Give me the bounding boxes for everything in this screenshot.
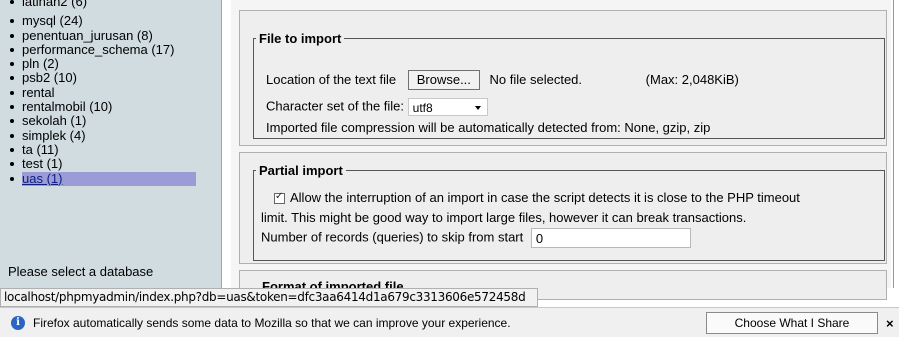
allow-interrupt-label-line2: limit. This might be good way to import … <box>261 210 747 225</box>
partial-import-fieldset: Partial import Allow the interruption of… <box>253 163 885 261</box>
database-item-psb2[interactable]: psb2 (10) <box>8 71 221 85</box>
database-item-performance-schema[interactable]: performance_schema (17) <box>8 42 221 57</box>
database-item-mysql[interactable]: mysql (24) <box>8 14 221 28</box>
info-icon: i <box>11 316 25 330</box>
database-item-rentalmobil[interactable]: rentalmobil (10) <box>8 100 221 114</box>
charset-label: Character set of the file: <box>266 98 405 114</box>
database-item-ta[interactable]: ta (11) <box>8 142 221 157</box>
skip-records-input[interactable]: 0 <box>530 228 691 248</box>
database-item-sekolah[interactable]: sekolah (1) <box>8 114 221 128</box>
allow-interrupt-row: Allow the interruption of an import in c… <box>274 190 800 205</box>
location-row: Location of the text file Browse... No f… <box>266 70 739 90</box>
allow-interrupt-checkbox[interactable] <box>274 191 285 205</box>
file-import-legend: File to import <box>259 31 342 46</box>
import-main-panel: File to import Location of the text file… <box>231 0 899 300</box>
main-scrollbar[interactable] <box>891 0 899 288</box>
location-label: Location of the text file <box>266 72 397 87</box>
database-item-pln[interactable]: pln (2) <box>8 57 221 71</box>
database-list: latihan2 (6) mysql (24) penentuan_jurusa… <box>0 0 221 186</box>
file-import-fieldset: File to import Location of the text file… <box>253 31 885 139</box>
database-item-penentuan-jurusan[interactable]: penentuan_jurusan (8) <box>8 28 221 43</box>
charset-row: Character set of the file: utf8 <box>266 98 488 116</box>
partial-import-legend: Partial import <box>259 163 343 178</box>
database-item-uas[interactable]: uas (1) <box>8 171 221 186</box>
max-size-label: (Max: 2,048KiB) <box>645 72 739 87</box>
charset-value: utf8 <box>412 101 433 115</box>
skip-records-label: Number of records (queries) to skip from… <box>261 229 524 245</box>
database-sidebar: latihan2 (6) mysql (24) penentuan_jurusa… <box>0 0 222 288</box>
database-item-test[interactable]: test (1) <box>8 157 221 171</box>
database-item-simplek[interactable]: simplek (4) <box>8 128 221 143</box>
no-file-label: No file selected. <box>489 72 583 87</box>
database-item-rental[interactable]: rental <box>8 85 221 100</box>
notification-text: Firefox automatically sends some data to… <box>33 316 511 330</box>
browse-button[interactable]: Browse... <box>407 70 480 90</box>
notification-bar: i Firefox automatically sends some data … <box>0 307 899 337</box>
file-import-panel: File to import Location of the text file… <box>239 10 887 146</box>
charset-select[interactable]: utf8 <box>407 98 488 116</box>
status-url: localhost/phpmyadmin/index.php?db=uas&to… <box>0 288 538 307</box>
database-item-latihan2[interactable]: latihan2 (6) <box>8 0 221 9</box>
select-database-hint: Please select a database <box>8 264 154 279</box>
partial-import-panel: Partial import Allow the interruption of… <box>239 152 887 264</box>
choose-what-i-share-button[interactable]: Choose What I Share <box>706 312 878 334</box>
chevron-down-icon <box>474 106 481 110</box>
skip-records-row: Number of records (queries) to skip from… <box>261 228 691 248</box>
allow-interrupt-label-line1: Allow the interruption of an import in c… <box>290 190 800 205</box>
close-icon[interactable]: × <box>886 316 894 331</box>
compression-note: Imported file compression will be automa… <box>266 120 711 135</box>
